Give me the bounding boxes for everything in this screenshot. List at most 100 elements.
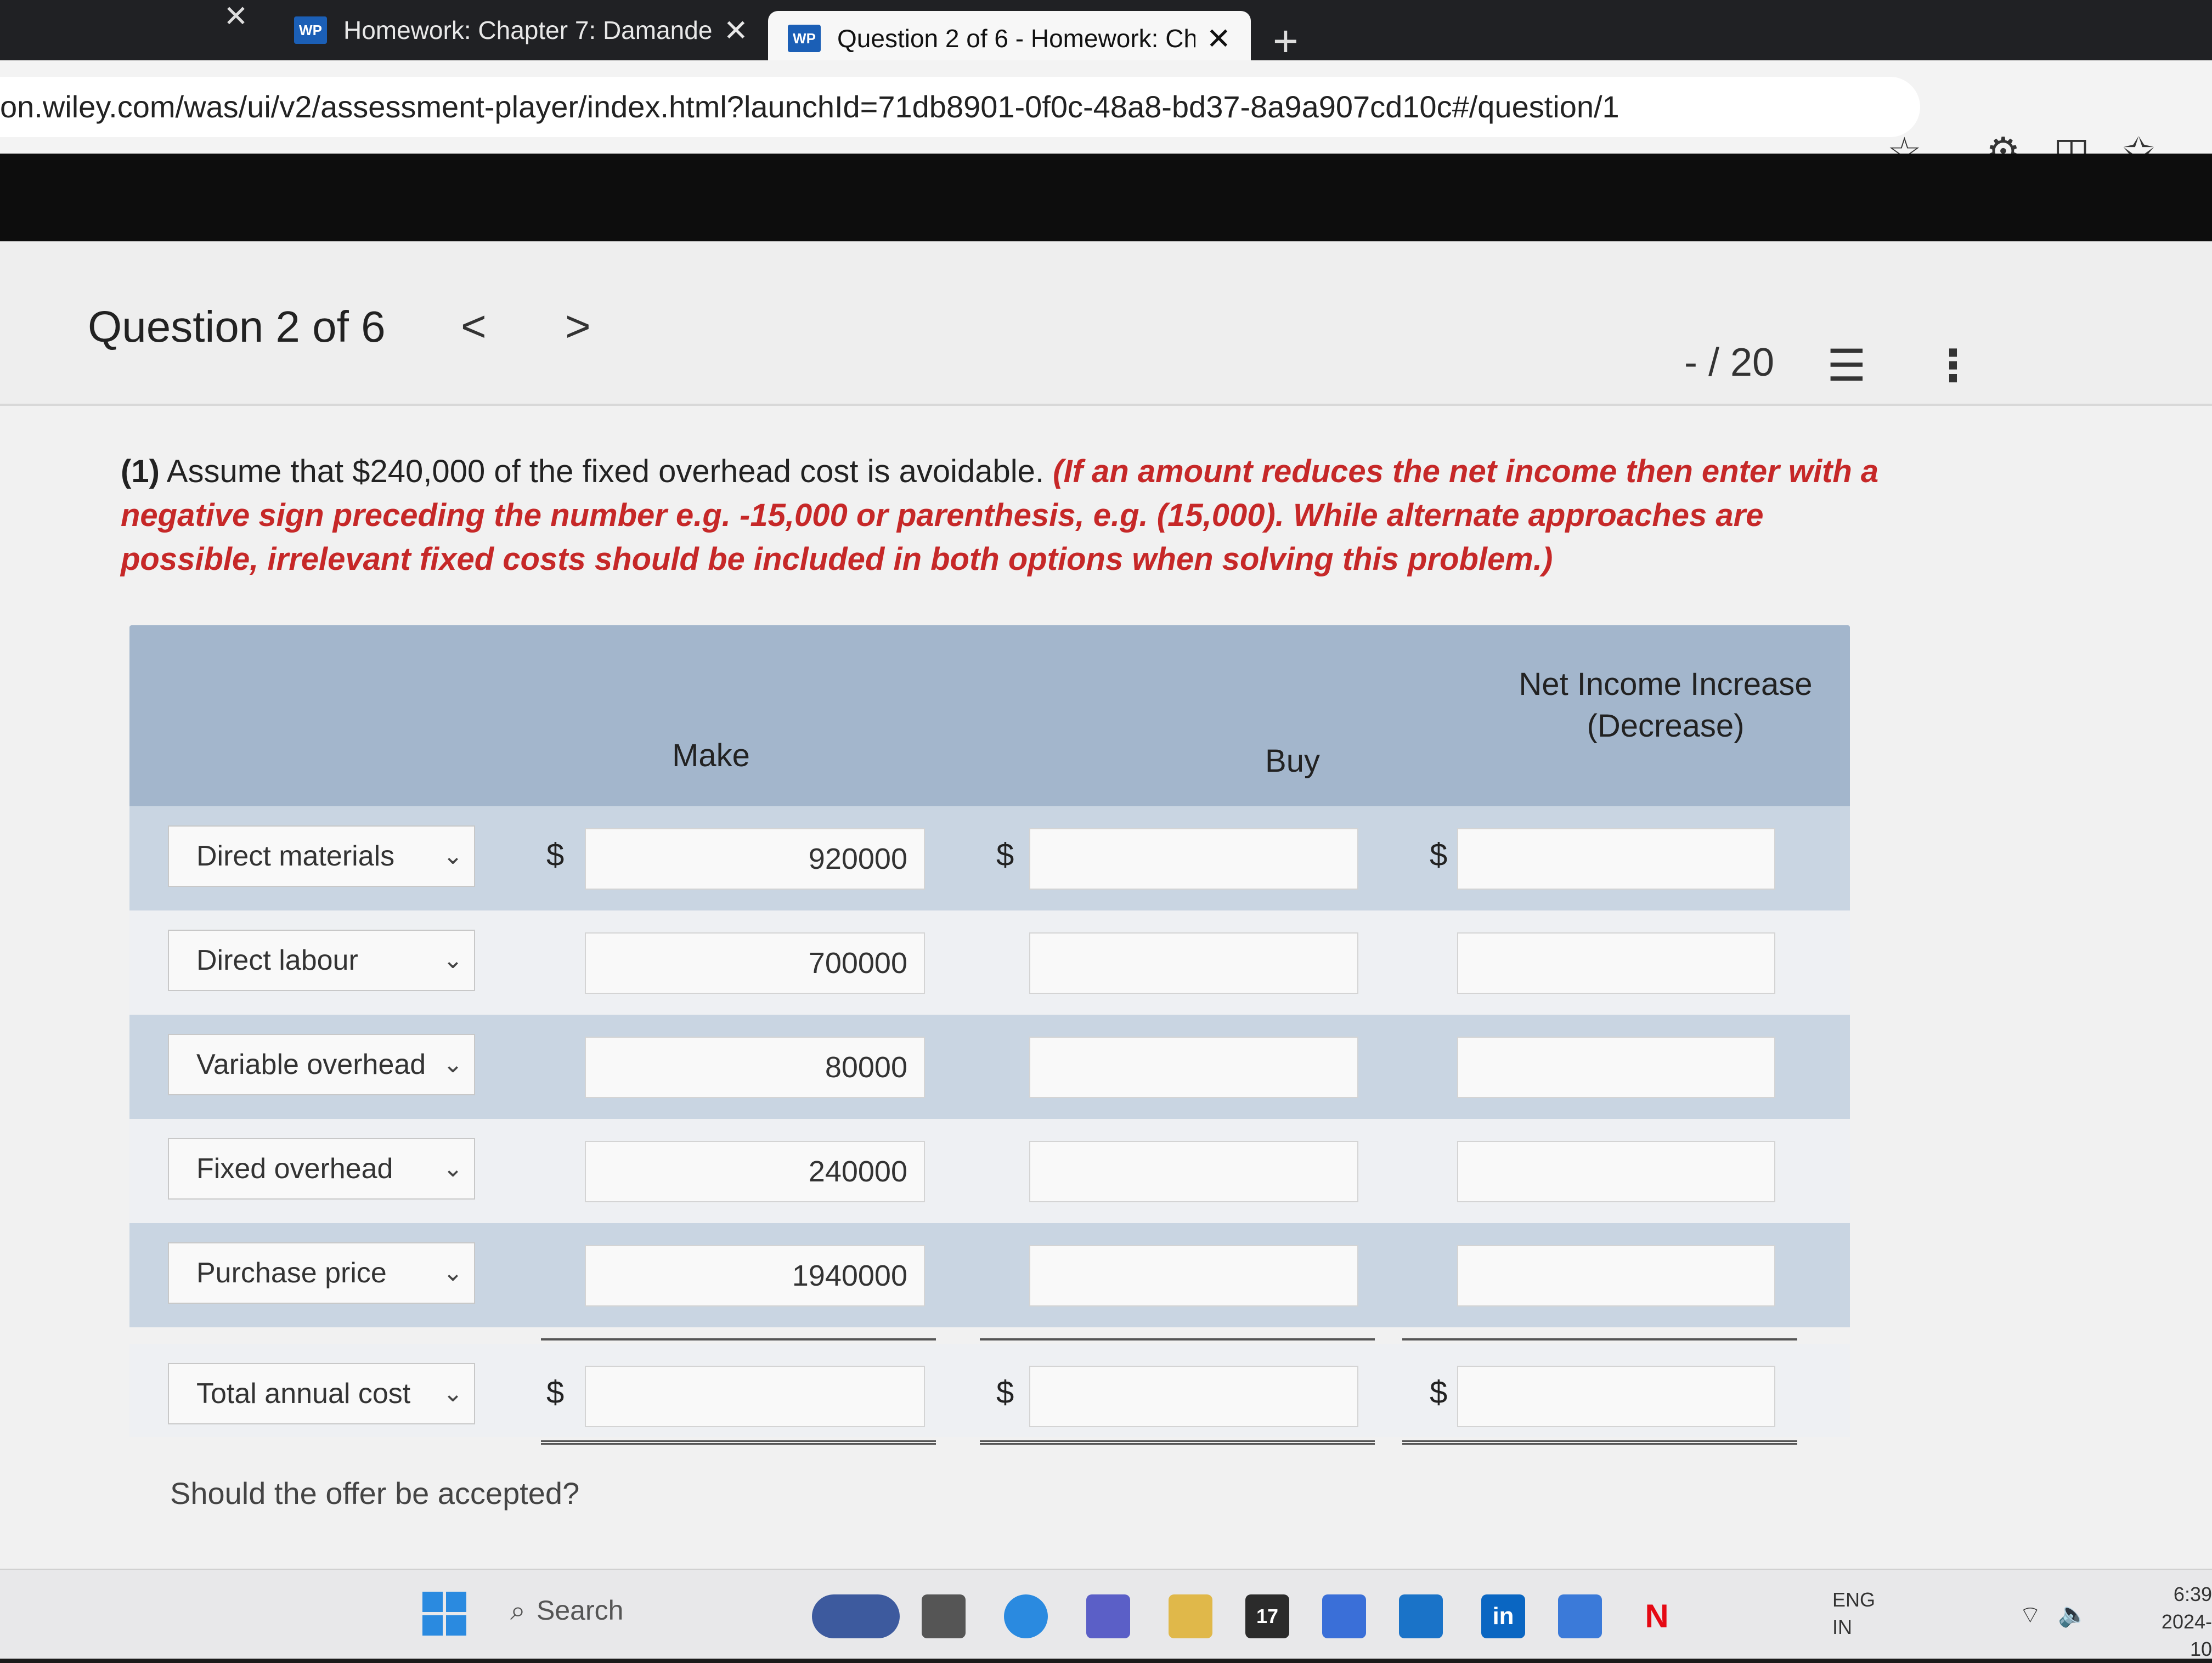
select-value: Purchase price <box>196 1257 387 1289</box>
more-options-icon[interactable]: ⋮ <box>1931 340 1975 391</box>
row-label-select[interactable]: Direct materials ⌄ <box>168 825 475 887</box>
folder-icon[interactable] <box>1169 1594 1212 1638</box>
weather-widget-icon[interactable] <box>812 1594 900 1638</box>
new-tab-button[interactable]: + <box>1273 19 1299 63</box>
dollar-sign: $ <box>996 1374 1014 1410</box>
chevron-down-icon: ⌄ <box>443 1051 463 1078</box>
close-tab-icon[interactable]: ✕ <box>1206 21 1231 56</box>
teams-icon[interactable] <box>1086 1594 1130 1638</box>
wp-logo-icon: WP <box>294 16 327 44</box>
dollar-sign: $ <box>996 837 1014 873</box>
chevron-down-icon: ⌄ <box>443 947 463 974</box>
buy-total-input[interactable] <box>1029 1366 1358 1427</box>
assessment-page: Question 2 of 6 < > - / 20 ☰ ⋮ (1) Assum… <box>0 241 2212 1569</box>
total-double-rule <box>1402 1440 1797 1445</box>
total-double-rule <box>980 1440 1375 1445</box>
table-row: Purchase price ⌄ 1940000 <box>129 1223 1850 1327</box>
app-icon[interactable]: 17 <box>1245 1594 1289 1638</box>
file-explorer-icon[interactable] <box>922 1594 966 1638</box>
question-title: Question 2 of 6 <box>88 302 386 351</box>
system-tray: ⌔ 🔈 <box>2019 1600 2088 1630</box>
net-income-input[interactable] <box>1457 932 1775 994</box>
region: IN <box>1832 1616 1852 1638</box>
netflix-icon[interactable]: N <box>1635 1594 1679 1638</box>
lang: ENG <box>1832 1588 1876 1611</box>
chevron-down-icon: ⌄ <box>443 1259 463 1286</box>
buy-input[interactable] <box>1029 932 1358 994</box>
column-net-income: Net Income Increase (Decrease) <box>1519 666 1813 744</box>
dollar-sign: $ <box>1430 837 1448 873</box>
subtotal-rule <box>541 1338 936 1340</box>
page-banner <box>0 154 2212 247</box>
row-label-select[interactable]: Direct labour ⌄ <box>168 930 475 991</box>
tab-homework[interactable]: WP Homework: Chapter 7: Damandee ✕ <box>274 0 768 60</box>
make-input[interactable]: 700000 <box>585 932 925 994</box>
close-icon[interactable]: ✕ <box>219 0 252 33</box>
address-bar: on.wiley.com/was/ui/v2/assessment-player… <box>0 60 2212 154</box>
row-label-select[interactable]: Fixed overhead ⌄ <box>168 1138 475 1200</box>
wifi-icon[interactable]: ⌔ <box>2019 1600 2041 1630</box>
time: 6:39 <box>2173 1583 2212 1605</box>
followup-question: Should the offer be accepted? <box>170 1476 580 1511</box>
buy-input[interactable] <box>1029 828 1358 890</box>
dollar-sign: $ <box>546 837 565 873</box>
taskbar-search[interactable]: ⌕ Search <box>510 1594 623 1627</box>
make-total-input[interactable] <box>585 1366 925 1427</box>
tab-question[interactable]: WP Question 2 of 6 - Homework: Cha ✕ <box>768 11 1251 66</box>
search-icon: ⌕ <box>510 1595 526 1626</box>
edge-browser-icon[interactable] <box>1004 1594 1048 1638</box>
make-input[interactable]: 80000 <box>585 1037 925 1098</box>
select-value: Direct labour <box>196 944 358 976</box>
net-income-input[interactable] <box>1457 1245 1775 1306</box>
volume-icon[interactable]: 🔈 <box>2058 1600 2088 1630</box>
linkedin-icon[interactable]: in <box>1481 1594 1525 1638</box>
net-income-total-input[interactable] <box>1457 1366 1775 1427</box>
tab-label: Homework: Chapter 7: Damandee <box>343 16 713 44</box>
tab-bar: ✕ WP Homework: Chapter 7: Damandee ✕ WP … <box>0 0 2212 66</box>
row-label-select[interactable]: Purchase price ⌄ <box>168 1242 475 1304</box>
close-tab-icon[interactable]: ✕ <box>724 13 748 48</box>
column-make: Make <box>672 738 750 773</box>
row-label-select[interactable]: Variable overhead ⌄ <box>168 1034 475 1095</box>
taskbar: ⌕ Search 17 in N ENG IN ⌔ 🔈 6:39 2024-10 <box>0 1569 2212 1660</box>
table-row: Direct labour ⌄ 700000 <box>129 910 1850 1015</box>
next-question-button[interactable]: > <box>565 302 591 351</box>
buy-input[interactable] <box>1029 1037 1358 1098</box>
search-label: Search <box>537 1595 624 1626</box>
make-input[interactable]: 920000 <box>585 828 925 890</box>
net-income-input[interactable] <box>1457 828 1775 890</box>
buy-input[interactable] <box>1029 1141 1358 1202</box>
select-value: Total annual cost <box>196 1378 411 1410</box>
make-input[interactable]: 1940000 <box>585 1245 925 1306</box>
language-indicator[interactable]: ENG IN <box>1832 1586 1875 1641</box>
net-income-input[interactable] <box>1457 1141 1775 1202</box>
previous-question-button[interactable]: < <box>461 302 487 351</box>
question-instructions: (1) Assume that $240,000 of the fixed ov… <box>121 450 1909 581</box>
url-field[interactable]: on.wiley.com/was/ui/v2/assessment-player… <box>0 77 1920 137</box>
row-label-select[interactable]: Total annual cost ⌄ <box>168 1363 475 1424</box>
store-icon[interactable] <box>1322 1594 1366 1638</box>
table-row: Fixed overhead ⌄ 240000 <box>129 1119 1850 1223</box>
select-value: Fixed overhead <box>196 1153 393 1185</box>
date: 2024-10 <box>2161 1610 2212 1660</box>
table-row: Direct materials ⌄ $ 920000 $ $ <box>129 806 1850 910</box>
instruction-text: Assume that $240,000 of the fixed overhe… <box>159 454 1053 489</box>
buy-input[interactable] <box>1029 1245 1358 1306</box>
question-header: Question 2 of 6 < > - / 20 ☰ ⋮ <box>0 241 2212 406</box>
dollar-sign: $ <box>546 1374 565 1410</box>
tab-label: Question 2 of 6 - Homework: Cha <box>837 24 1195 53</box>
table-header: Make Buy Net Income Increase (Decrease) <box>129 625 1850 806</box>
make-input[interactable]: 240000 <box>585 1141 925 1202</box>
outlook-icon[interactable] <box>1399 1594 1443 1638</box>
net-income-input[interactable] <box>1457 1037 1775 1098</box>
select-value: Variable overhead <box>196 1049 426 1081</box>
subtotal-rule <box>980 1338 1375 1340</box>
table-row-total: Total annual cost ⌄ $ $ $ <box>129 1344 1850 1437</box>
clock[interactable]: 6:39 2024-10 <box>2140 1581 2212 1663</box>
subtotal-rule <box>1402 1338 1797 1340</box>
windows-start-icon[interactable] <box>422 1592 466 1636</box>
wp-logo-icon: WP <box>788 25 821 52</box>
chevron-down-icon: ⌄ <box>443 1380 463 1407</box>
app-icon[interactable] <box>1558 1594 1602 1638</box>
question-list-icon[interactable]: ☰ <box>1827 340 1866 391</box>
